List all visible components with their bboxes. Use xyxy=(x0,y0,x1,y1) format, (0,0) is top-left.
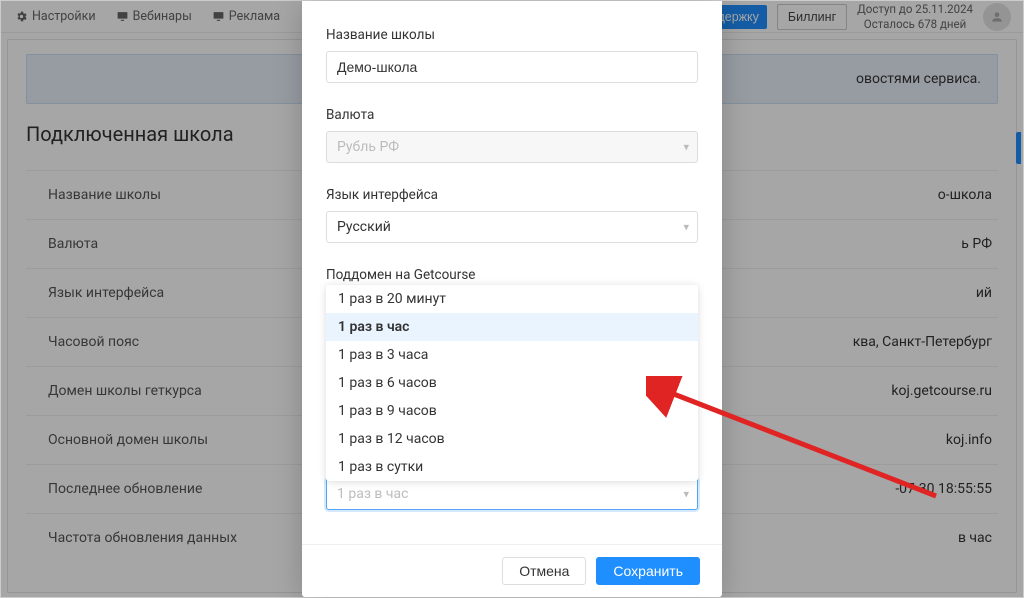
modal-footer: Отмена Сохранить xyxy=(302,544,722,597)
freq-option[interactable]: 1 раз в 12 часов xyxy=(326,425,698,453)
select-currency-value: Рубль РФ xyxy=(337,139,399,155)
freq-option[interactable]: 1 раз в 20 минут xyxy=(326,285,698,313)
select-frequency-wrap: 1 раз в час ▾ xyxy=(326,478,698,510)
freq-option[interactable]: 1 раз в 3 часа xyxy=(326,341,698,369)
save-button[interactable]: Сохранить xyxy=(596,557,700,585)
frequency-dropdown: 1 раз в 20 минут 1 раз в час 1 раз в 3 ч… xyxy=(326,285,698,481)
chevron-down-icon: ▾ xyxy=(683,141,689,154)
select-language[interactable]: Русский ▾ xyxy=(326,211,698,243)
edit-modal: Название школы Валюта Рубль РФ ▾ Язык ин… xyxy=(302,1,722,597)
select-frequency[interactable]: 1 раз в час ▾ xyxy=(326,478,698,510)
label-currency: Валюта xyxy=(326,107,698,123)
label-school: Название школы xyxy=(326,27,698,43)
cancel-button[interactable]: Отмена xyxy=(502,557,586,585)
label-language: Язык интерфейса xyxy=(326,187,698,203)
select-currency: Рубль РФ ▾ xyxy=(326,131,698,163)
freq-option[interactable]: 1 раз в час xyxy=(326,313,698,341)
chevron-down-icon: ▾ xyxy=(683,221,689,234)
modal-overlay[interactable]: Название школы Валюта Рубль РФ ▾ Язык ин… xyxy=(1,1,1023,597)
freq-option[interactable]: 1 раз в 6 часов xyxy=(326,369,698,397)
label-subdomain: Поддомен на Getcourse xyxy=(326,267,698,283)
freq-option[interactable]: 1 раз в сутки xyxy=(326,453,698,481)
modal-body: Название школы Валюта Рубль РФ ▾ Язык ин… xyxy=(302,1,722,544)
select-frequency-value: 1 раз в час xyxy=(337,486,408,502)
input-school[interactable] xyxy=(326,51,698,83)
freq-option[interactable]: 1 раз в 9 часов xyxy=(326,397,698,425)
select-language-value: Русский xyxy=(337,219,391,235)
chevron-down-icon: ▾ xyxy=(683,488,689,501)
